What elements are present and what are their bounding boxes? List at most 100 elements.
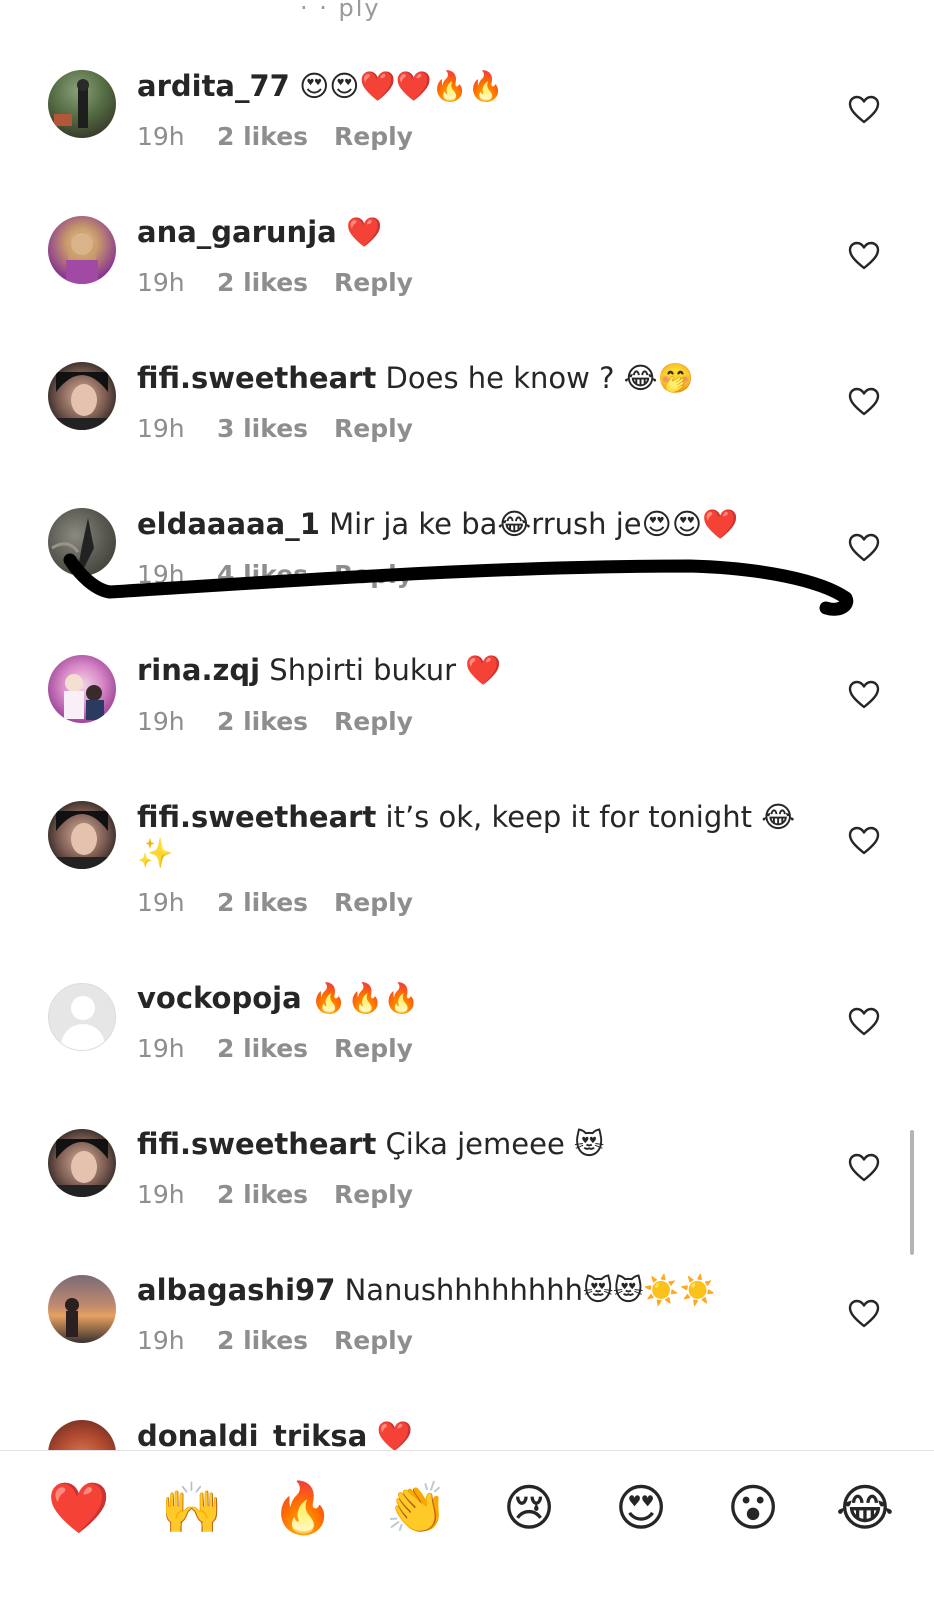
comment-text: albagashi97 Nanushhhhhhhh😻😻☀️☀️	[137, 1270, 716, 1310]
comment-text: fifi.sweetheart it’s ok, keep it for ton…	[137, 797, 795, 837]
avatar-photo	[65, 1298, 79, 1337]
comment-text: ana_garunja ❤️	[137, 212, 382, 252]
reply-button[interactable]: Reply	[334, 1032, 413, 1066]
comment-meta: 19h 2 likes Reply	[137, 266, 413, 300]
comment-time: 19h	[137, 122, 185, 151]
comment-time: 19h	[137, 1326, 185, 1355]
avatar[interactable]	[48, 655, 116, 723]
like-heart-icon[interactable]	[848, 387, 880, 417]
comment-username[interactable]: ardita_77	[137, 69, 290, 103]
comment-body: Çika jemeee 😻	[385, 1127, 605, 1161]
like-heart-icon[interactable]	[848, 1007, 880, 1037]
comment-body-continued: ✨	[137, 836, 174, 870]
comment-username[interactable]: albagashi97	[137, 1273, 335, 1307]
reaction-surprised-face-icon[interactable]: 😮	[718, 1473, 788, 1543]
comment-body: Shpirti bukur ❤️	[269, 653, 502, 687]
avatar-photo	[51, 518, 94, 568]
avatar[interactable]	[48, 216, 116, 284]
comment-meta: 19h 4 likes Reply	[137, 558, 413, 592]
avatar-photo	[64, 674, 104, 720]
avatar[interactable]	[48, 362, 116, 430]
comment-username[interactable]: rina.zqj	[137, 653, 260, 687]
comment-body: 😍😍❤️❤️🔥🔥	[299, 69, 504, 103]
comment-username[interactable]: vockopoja	[137, 981, 302, 1015]
like-heart-icon[interactable]	[848, 826, 880, 856]
comment-likes[interactable]: 4 likes	[217, 558, 334, 592]
like-heart-icon[interactable]	[848, 241, 880, 271]
like-heart-icon[interactable]	[848, 1299, 880, 1329]
comment-text: ardita_77 😍😍❤️❤️🔥🔥	[137, 66, 504, 106]
avatar[interactable]	[48, 1129, 116, 1197]
reaction-clapping-hands-icon[interactable]: 👏	[382, 1473, 452, 1543]
comment-meta: 19h 3 likes Reply	[137, 412, 413, 446]
comment-body: ❤️	[376, 1419, 413, 1453]
comment-meta: 19h 2 likes Reply	[137, 705, 413, 739]
comment-body: 🔥🔥🔥	[310, 981, 420, 1015]
comment-likes[interactable]: 2 likes	[217, 266, 334, 300]
comment-text: vockopoja 🔥🔥🔥	[137, 978, 419, 1018]
comment-likes[interactable]: 2 likes	[217, 120, 334, 154]
comment-body: ❤️	[345, 215, 383, 249]
comment-username[interactable]: fifi.sweetheart	[137, 1127, 376, 1161]
reaction-heart-eyes-icon[interactable]: 😍	[606, 1473, 676, 1543]
like-heart-icon[interactable]	[848, 680, 880, 710]
comment-username[interactable]: fifi.sweetheart	[137, 800, 376, 834]
avatar-photo	[48, 811, 116, 869]
reply-button[interactable]: Reply	[334, 705, 413, 739]
like-heart-icon[interactable]	[848, 95, 880, 125]
comment-text: fifi.sweetheart Does he know ? 😂🤭	[137, 358, 694, 398]
comment-time: 19h	[137, 888, 185, 917]
comment-time: 19h	[137, 560, 185, 589]
comment-username[interactable]: fifi.sweetheart	[137, 361, 376, 395]
comment-likes[interactable]: 2 likes	[217, 1178, 334, 1212]
comment-meta: 19h 2 likes Reply	[137, 1324, 413, 1358]
comment-body: it’s ok, keep it for tonight 😂	[385, 800, 796, 834]
comment-likes[interactable]: 2 likes	[217, 886, 334, 920]
comment-text: fifi.sweetheart Çika jemeee 😻	[137, 1124, 604, 1164]
default-avatar-icon[interactable]	[48, 983, 116, 1051]
comment-time: 19h	[137, 268, 185, 297]
reply-button[interactable]: Reply	[334, 886, 413, 920]
comments-screen: · · ply ardita_77 😍😍❤️❤️🔥🔥 19h 2 likes Rep…	[0, 0, 934, 1603]
reaction-red-heart-icon[interactable]: ❤️	[44, 1473, 114, 1543]
reaction-tears-of-joy-icon[interactable]: 😂	[830, 1473, 900, 1543]
comment-time: 19h	[137, 707, 185, 736]
comment-likes[interactable]: 2 likes	[217, 1032, 334, 1066]
reaction-raised-hands-icon[interactable]: 🙌	[157, 1473, 227, 1543]
avatar[interactable]	[48, 70, 116, 138]
reaction-fire-icon[interactable]: 🔥	[268, 1473, 338, 1543]
comment-time: 19h	[137, 1034, 185, 1063]
comment-body: Does he know ? 😂🤭	[385, 361, 694, 395]
like-heart-icon[interactable]	[848, 1153, 880, 1183]
comment-time: 19h	[137, 1180, 185, 1209]
clipped-reply-link: · · ply	[300, 0, 381, 22]
avatar-photo	[48, 372, 116, 430]
reply-button[interactable]: Reply	[334, 120, 413, 154]
quick-reaction-bar: ❤️ 🙌 🔥 👏 😢 😍 😮 😂	[0, 1450, 934, 1603]
like-heart-icon[interactable]	[848, 533, 880, 563]
reply-button[interactable]: Reply	[334, 1178, 413, 1212]
reply-button[interactable]: Reply	[334, 1324, 413, 1358]
comment-text: eldaaaaa_1 Mir ja ke ba😂rrush je😍😍❤️	[137, 504, 738, 544]
comment-body: Mir ja ke ba😂rrush je😍😍❤️	[329, 507, 739, 541]
avatar[interactable]	[48, 508, 116, 576]
comment-likes[interactable]: 3 likes	[217, 412, 334, 446]
comment-body: Nanushhhhhhhh😻😻☀️☀️	[344, 1273, 716, 1307]
comment-meta: 19h 2 likes Reply	[137, 1178, 413, 1212]
comment-meta: 19h 2 likes Reply	[137, 1032, 413, 1066]
comment-time: 19h	[137, 414, 185, 443]
reaction-crying-face-icon[interactable]: 😢	[494, 1473, 564, 1543]
comment-likes[interactable]: 2 likes	[217, 705, 334, 739]
avatar[interactable]	[48, 801, 116, 869]
reply-button[interactable]: Reply	[334, 558, 413, 592]
scrollbar[interactable]	[910, 1130, 914, 1255]
comment-username[interactable]: donaldi_triksa	[137, 1419, 367, 1453]
comment-username[interactable]: ana_garunja	[137, 215, 337, 249]
reply-button[interactable]: Reply	[334, 266, 413, 300]
reply-button[interactable]: Reply	[334, 412, 413, 446]
avatar[interactable]	[48, 1275, 116, 1343]
comment-likes[interactable]: 2 likes	[217, 1324, 334, 1358]
comment-meta: 19h 2 likes Reply	[137, 120, 413, 154]
comment-text: rina.zqj Shpirti bukur ❤️	[137, 650, 501, 690]
comment-username[interactable]: eldaaaaa_1	[137, 507, 320, 541]
